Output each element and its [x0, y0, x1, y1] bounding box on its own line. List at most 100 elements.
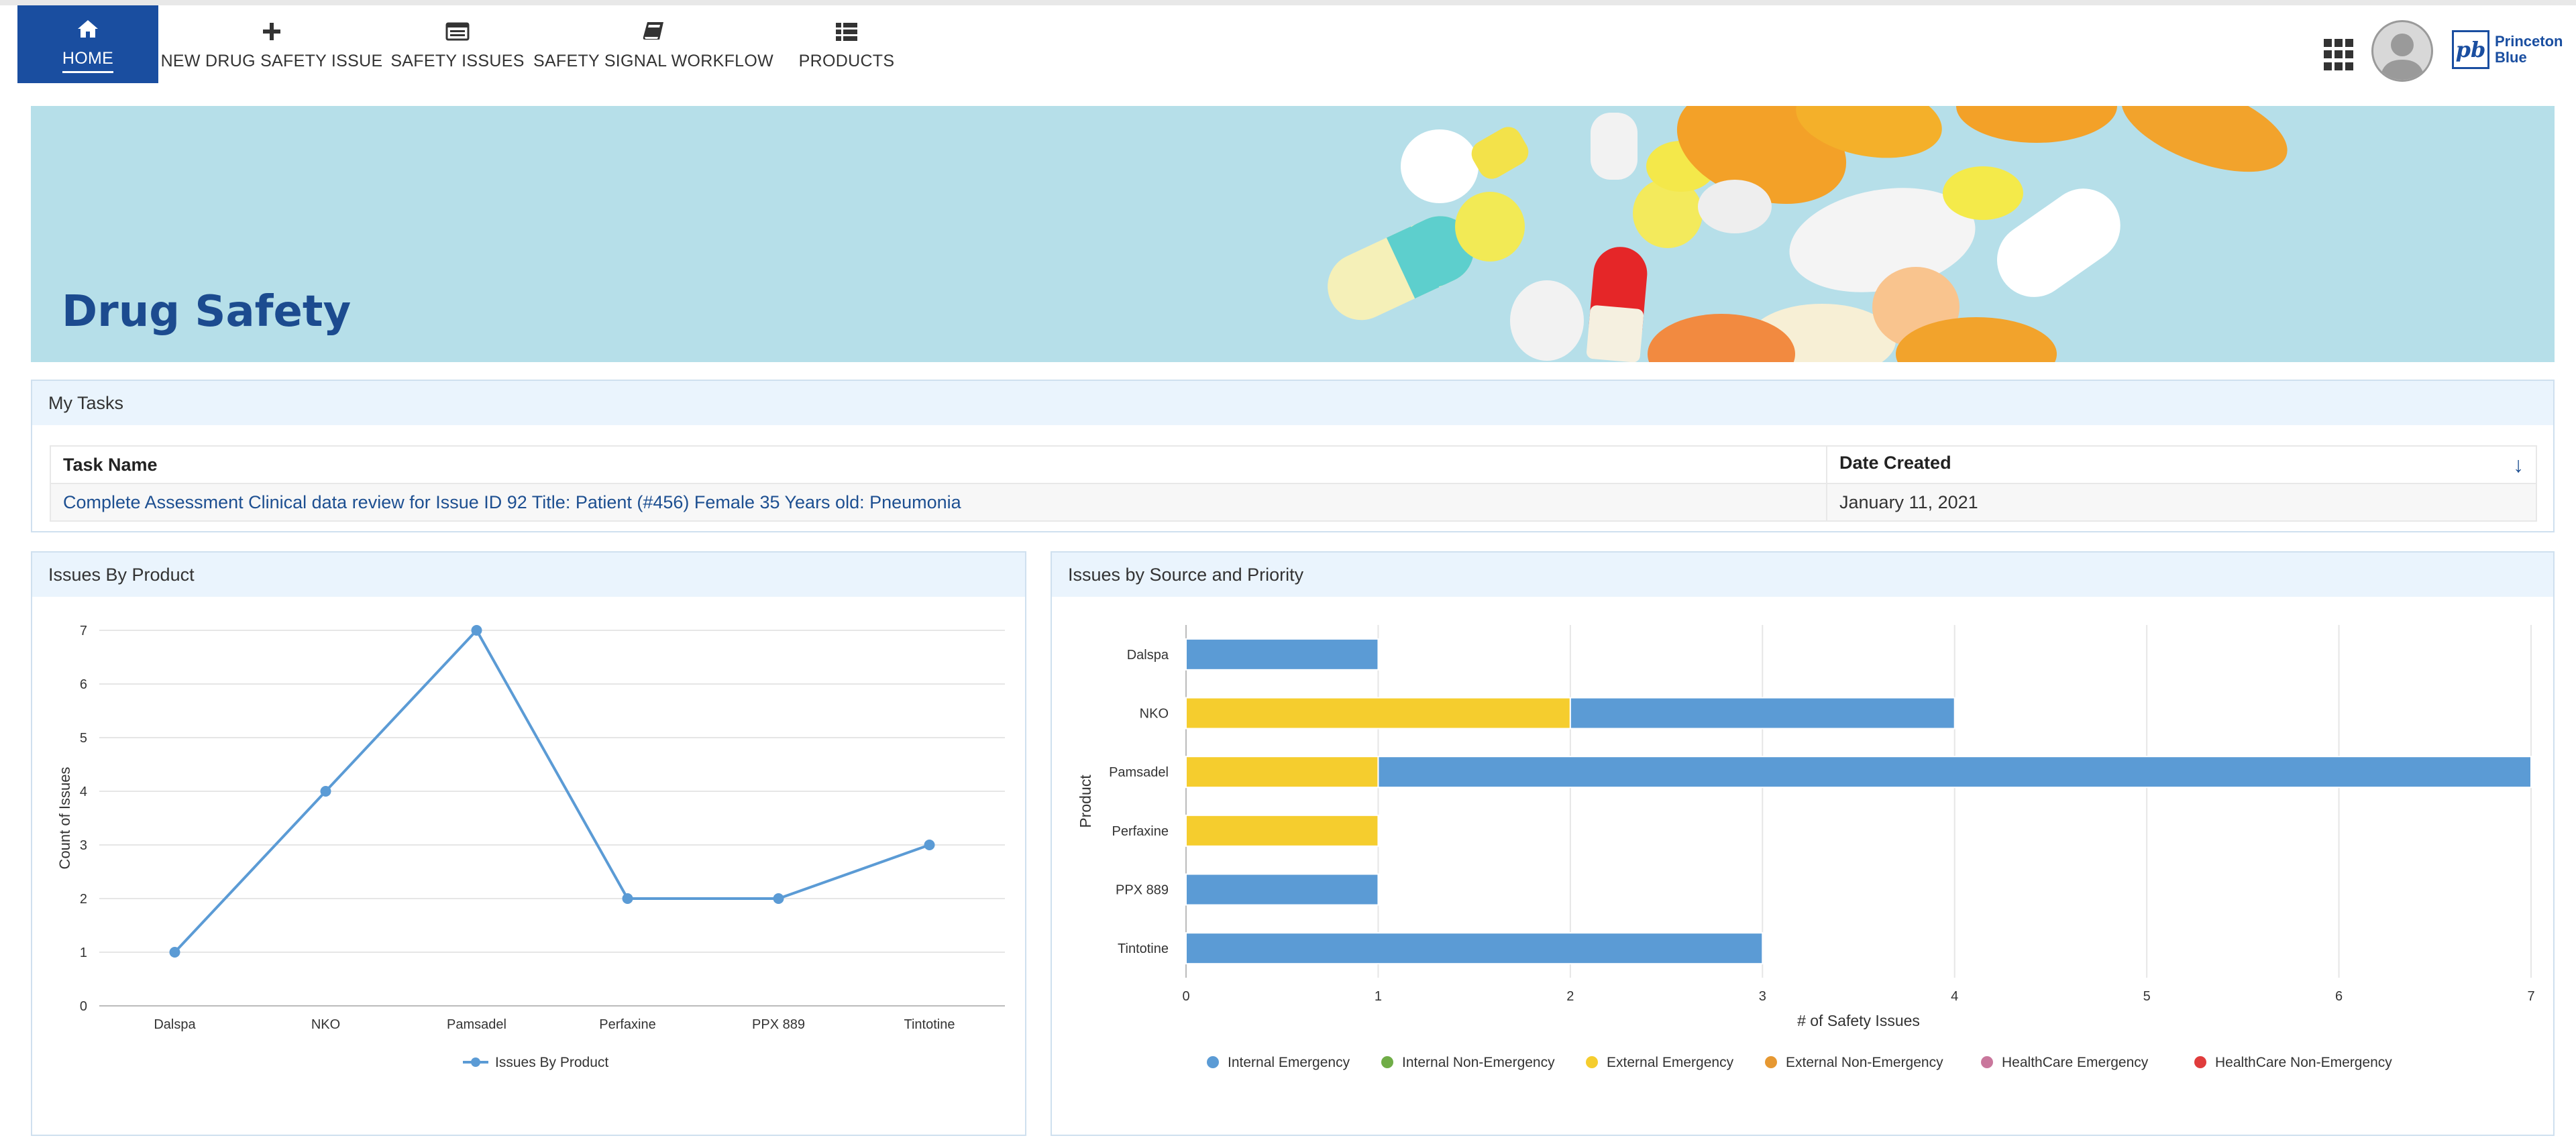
x-tick-label: 7 — [2527, 989, 2534, 1004]
x-tick-label: Perfaxine — [599, 1017, 656, 1032]
bar — [1185, 638, 1379, 671]
issues-by-product-chart: 0 1 2 3 4 5 6 7 Dalspa NKO Pamsadel Perfaxine PPX 88… — [56, 624, 1005, 1070]
x-tick-label: Pamsadel — [447, 1017, 506, 1032]
legend-marker — [471, 1057, 480, 1067]
table-row[interactable]: Complete Assessment Clinical data review… — [50, 483, 2537, 522]
nav-new-drug-safety-issue[interactable]: NEW DRUG SAFETY ISSUE — [161, 5, 382, 83]
task-date-created: January 11, 2021 — [1826, 483, 2537, 522]
x-tick-label: 0 — [1182, 989, 1189, 1004]
issues-by-product-panel: Issues By Product 0 1 2 3 4 5 6 7 Dalspa NKO Pamsa… — [31, 551, 1026, 1136]
data-point — [169, 947, 180, 958]
data-point — [471, 625, 482, 636]
legend-marker — [1981, 1056, 1993, 1068]
x-tick-label: 5 — [2143, 989, 2151, 1004]
issues-by-source-priority-title: Issues by Source and Priority — [1052, 553, 2553, 597]
nav-products-label: PRODUCTS — [798, 51, 895, 70]
nav-safety-issues[interactable]: SAFETY ISSUES — [390, 5, 524, 83]
book-icon — [640, 18, 667, 45]
date-created-label: Date Created — [1839, 452, 1951, 473]
pills-illustration — [1328, 106, 2288, 362]
user-avatar[interactable] — [2371, 20, 2433, 82]
legend-marker — [1765, 1056, 1777, 1068]
nav-home-label: HOME — [62, 49, 114, 73]
plus-icon — [258, 18, 285, 45]
sort-down-arrow-icon[interactable]: ↓ — [2513, 453, 2524, 477]
bar — [1377, 756, 2532, 789]
y-axis-label: Product — [1077, 775, 1094, 828]
y-axis-label: Count of Issues — [56, 767, 73, 870]
list-card-icon — [444, 18, 471, 45]
nav-new-drug-safety-issue-label: NEW DRUG SAFETY ISSUE — [160, 51, 383, 70]
x-tick-label: 2 — [1566, 989, 1574, 1004]
y-tick-label: Perfaxine — [1112, 824, 1169, 839]
my-tasks-title: My Tasks — [32, 381, 2553, 425]
x-tick-label: 4 — [1951, 989, 1958, 1004]
y-tick-label: 4 — [80, 785, 87, 799]
column-header-date-created[interactable]: Date Created ↓ — [1826, 445, 2537, 484]
bar — [1185, 873, 1379, 906]
logo-text: Princeton Blue — [2495, 34, 2563, 66]
legend-label: Issues By Product — [495, 1055, 608, 1070]
issues-by-source-priority-chart: 0 1 2 3 4 5 6 7 # of Safety Issues Product Dalspa N… — [1077, 625, 2535, 1070]
y-tick-label: 7 — [80, 624, 87, 638]
home-icon — [74, 15, 101, 42]
column-header-task-name[interactable]: Task Name — [50, 445, 1827, 484]
legend-label: Internal Non-Emergency — [1402, 1055, 1555, 1070]
y-tick-label: 3 — [80, 838, 87, 853]
legend-marker — [1586, 1056, 1598, 1068]
bar — [1185, 814, 1379, 847]
y-tick-label: Dalspa — [1127, 648, 1169, 663]
legend-marker — [1207, 1056, 1219, 1068]
y-tick-label: 1 — [80, 946, 87, 960]
nav-safety-signal-workflow-label: SAFETY SIGNAL WORKFLOW — [533, 51, 774, 70]
window-top-border — [0, 0, 2576, 5]
x-tick-label: 6 — [2335, 989, 2343, 1004]
tasks-header-row: Task Name Date Created ↓ — [50, 445, 2537, 484]
y-tick-label: PPX 889 — [1116, 883, 1169, 898]
data-point — [924, 840, 935, 850]
app-launcher-icon[interactable] — [2324, 39, 2356, 71]
issues-by-product-title: Issues By Product — [32, 553, 1025, 597]
logo-line-1: Princeton — [2495, 33, 2563, 50]
legend-label: External Non-Emergency — [1786, 1055, 1943, 1070]
table-list-icon — [833, 18, 860, 45]
data-point — [622, 893, 633, 904]
hero-banner: Drug Safety — [31, 106, 2555, 362]
bar — [1185, 756, 1379, 789]
legend-label: HealthCare Non-Emergency — [2215, 1055, 2392, 1070]
x-tick-label: Dalspa — [154, 1017, 196, 1032]
x-tick-label: PPX 889 — [752, 1017, 805, 1032]
task-name-link[interactable]: Complete Assessment Clinical data review… — [50, 483, 1827, 522]
legend-marker — [1381, 1056, 1393, 1068]
x-tick-label: 1 — [1375, 989, 1382, 1004]
legend-label: HealthCare Emergency — [2002, 1055, 2149, 1070]
y-tick-label: Tintotine — [1118, 941, 1169, 956]
data-point — [320, 786, 331, 797]
bar — [1185, 932, 1764, 965]
x-axis-label: # of Safety Issues — [1797, 1012, 1920, 1029]
y-tick-label: 5 — [80, 731, 87, 746]
legend-label: Internal Emergency — [1228, 1055, 1350, 1070]
data-point — [773, 893, 784, 904]
princeton-blue-logo: pb Princeton Blue — [2452, 28, 2566, 71]
bar — [1569, 697, 1955, 730]
y-tick-label: NKO — [1140, 707, 1169, 722]
legend-label: External Emergency — [1607, 1055, 1734, 1070]
bar — [1185, 697, 1571, 730]
nav-products[interactable]: PRODUCTS — [792, 5, 902, 83]
legend-marker — [2194, 1056, 2206, 1068]
y-tick-label: 0 — [80, 999, 87, 1014]
page-title: Drug Safety — [62, 287, 352, 337]
issues-by-source-priority-panel: Issues by Source and Priority 0 1 2 3 4 5 6 7 # … — [1051, 551, 2555, 1136]
nav-home[interactable]: HOME — [17, 5, 158, 83]
x-tick-label: NKO — [311, 1017, 340, 1032]
x-tick-label: 3 — [1759, 989, 1766, 1004]
nav-safety-signal-workflow[interactable]: SAFETY SIGNAL WORKFLOW — [533, 5, 773, 83]
top-navigation: HOME NEW DRUG SAFETY ISSUE SAFETY ISSUES… — [0, 5, 2576, 84]
tasks-table: Task Name Date Created ↓ Complete Assess… — [50, 445, 2537, 522]
y-tick-label: Pamsadel — [1109, 765, 1169, 780]
y-tick-label: 6 — [80, 677, 87, 692]
my-tasks-panel: My Tasks Task Name Date Created ↓ Comple… — [31, 380, 2555, 532]
x-tick-label: Tintotine — [904, 1017, 955, 1032]
logo-line-2: Blue — [2495, 49, 2527, 66]
